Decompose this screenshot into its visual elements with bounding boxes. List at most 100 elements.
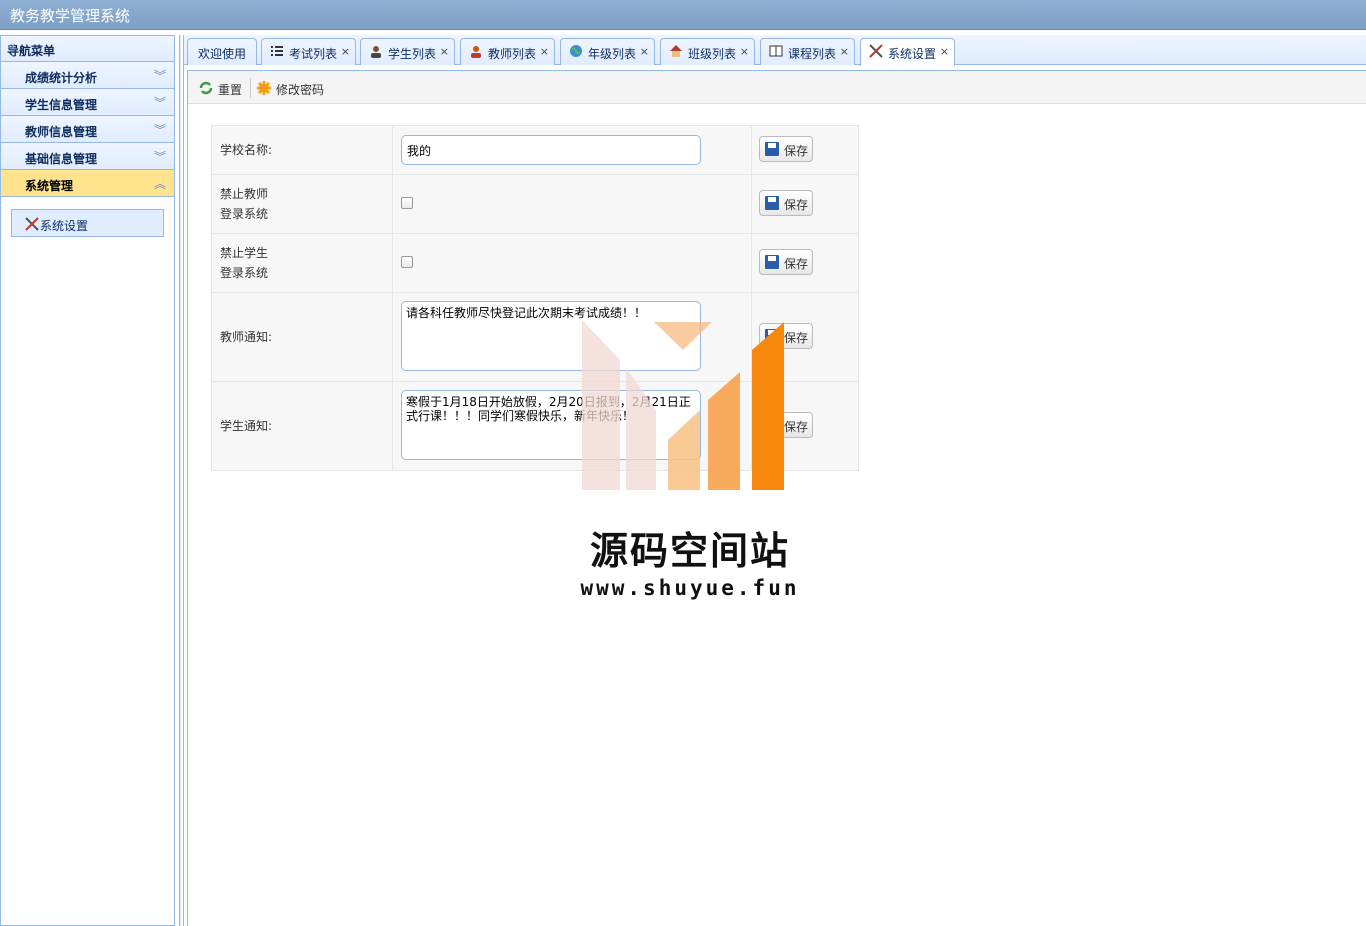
sidebar-item-label: 系统设置 (40, 219, 89, 233)
form-row-forbid-student: 禁止学生登录系统 保存 (211, 233, 859, 293)
save-label: 保存 (784, 143, 809, 158)
settings-panel: 重置 修改密码 学校名称: 保存 禁止教师登录系统 保存 禁止学生登录系统 (187, 70, 1366, 926)
school-name-label: 学校名称: (211, 125, 393, 175)
settings-form: 学校名称: 保存 禁止教师登录系统 保存 禁止学生登录系统 保存 教师通知: 请… (211, 125, 859, 471)
close-icon[interactable]: × (540, 45, 549, 58)
sidebar-group-label: 基础信息管理 (25, 152, 98, 166)
app-title: 教务教学管理系统 (10, 7, 131, 25)
tab-student-list[interactable]: 学生列表 × (360, 38, 455, 65)
student-notice-textarea[interactable]: 寒假于1月18日开始放假，2月20日报到，2月21日正式行课！！！同学们寒假快乐… (401, 389, 701, 460)
label-line: 禁止教师 (220, 187, 269, 201)
house-icon (670, 45, 682, 57)
teacher-notice-textarea[interactable]: 请各科任教师尽快登记此次期末考试成绩！！ (401, 300, 701, 371)
tab-teacher-list[interactable]: 教师列表 × (460, 38, 555, 65)
chevron-down-icon: ︾ (153, 96, 166, 110)
sidebar-item-system-settings[interactable]: 系统设置 (11, 209, 164, 237)
save-forbid-teacher-button[interactable]: 保存 (759, 189, 813, 216)
chevron-down-icon: ︾ (153, 150, 166, 164)
sidebar-header: 导航菜单 « (1, 36, 174, 62)
tab-label: 欢迎使用 (198, 47, 247, 61)
tab-exam-list[interactable]: 考试列表 × (261, 38, 356, 65)
form-row-teacher-notice: 教师通知: 请各科任教师尽快登记此次期末考试成绩！！ 保存 (211, 292, 859, 382)
sidebar-group-label: 系统管理 (25, 179, 74, 193)
form-row-school-name: 学校名称: 保存 (211, 125, 859, 175)
save-label: 保存 (784, 197, 809, 212)
label-line: 登录系统 (220, 266, 269, 280)
reset-button[interactable]: 重置 (198, 79, 248, 97)
sidebar-group-score-analysis[interactable]: 成绩统计分析 ︾ (1, 62, 174, 89)
chevron-down-icon: ︾ (153, 69, 166, 83)
book-icon (769, 45, 783, 57)
close-icon[interactable]: × (640, 45, 649, 58)
floppy-disk-icon (765, 417, 779, 432)
sidebar-group-label: 学生信息管理 (25, 98, 98, 112)
layout-splitter[interactable] (179, 35, 181, 926)
change-password-button[interactable]: 修改密码 (256, 79, 336, 97)
school-name-input[interactable] (401, 135, 701, 165)
close-icon[interactable]: × (740, 45, 749, 58)
reset-label: 重置 (218, 83, 243, 97)
tools-icon (25, 217, 39, 231)
floppy-disk-icon (765, 195, 779, 210)
floppy-disk-icon (765, 254, 779, 269)
tools-icon (869, 44, 883, 58)
sidebar-group-teacher-info[interactable]: 教师信息管理 ︾ (1, 116, 174, 143)
save-label: 保存 (784, 330, 809, 345)
forbid-teacher-checkbox[interactable] (401, 196, 413, 209)
tab-label: 考试列表 (289, 47, 338, 61)
floppy-disk-icon (765, 141, 779, 156)
tab-label: 教师列表 (488, 47, 537, 61)
tab-label: 班级列表 (688, 47, 737, 61)
globe-icon (570, 45, 582, 57)
tab-course-list[interactable]: 课程列表 × (760, 38, 855, 65)
change-password-label: 修改密码 (276, 83, 325, 97)
tab-label: 学生列表 (388, 47, 437, 61)
save-label: 保存 (784, 419, 809, 434)
save-teacher-notice-button[interactable]: 保存 (759, 322, 813, 349)
sidebar-group-system[interactable]: 系统管理 ︽ (1, 170, 174, 197)
toolbar: 重置 修改密码 (188, 71, 1366, 104)
tab-system-settings[interactable]: 系统设置 × (860, 38, 955, 66)
user-icon (371, 46, 381, 58)
sidebar-group-basic-info[interactable]: 基础信息管理 ︾ (1, 143, 174, 170)
save-student-notice-button[interactable]: 保存 (759, 411, 813, 438)
form-row-student-notice: 学生通知: 寒假于1月18日开始放假，2月20日报到，2月21日正式行课！！！同… (211, 381, 859, 471)
toolbar-separator (250, 78, 251, 98)
floppy-disk-icon (765, 328, 779, 343)
sidebar-group-label: 教师信息管理 (25, 125, 98, 139)
forbid-student-label: 禁止学生 登录系统 (211, 233, 393, 293)
forbid-teacher-label: 禁止教师 登录系统 (211, 174, 393, 234)
save-forbid-student-button[interactable]: 保存 (759, 248, 813, 275)
tab-grade-list[interactable]: 年级列表 × (560, 38, 655, 65)
tab-welcome[interactable]: 欢迎使用 (187, 38, 257, 65)
list-icon (271, 46, 283, 56)
close-icon[interactable]: × (440, 45, 449, 58)
student-notice-label: 学生通知: (211, 381, 393, 471)
form-row-forbid-teacher: 禁止教师登录系统 保存 (211, 174, 859, 234)
chevron-down-icon: ︾ (153, 123, 166, 137)
teacher-notice-label: 教师通知: (211, 292, 393, 382)
sidebar-group-label: 成绩统计分析 (25, 71, 98, 85)
star-icon (257, 81, 271, 95)
sidebar-group-student-info[interactable]: 学生信息管理 ︾ (1, 89, 174, 116)
tab-label: 课程列表 (788, 47, 837, 61)
save-school-name-button[interactable]: 保存 (759, 135, 813, 162)
close-icon[interactable]: × (940, 45, 949, 58)
forbid-student-checkbox[interactable] (401, 255, 413, 268)
tab-bar: 欢迎使用 考试列表 × 学生列表 × 教师列表 × 年级列表 × 班级列表 × (184, 35, 1366, 66)
user-icon (471, 46, 481, 58)
tab-class-list[interactable]: 班级列表 × (660, 38, 755, 65)
close-icon[interactable]: × (840, 45, 849, 58)
save-label: 保存 (784, 256, 809, 271)
app-title-bar: 教务教学管理系统 (0, 0, 1366, 30)
label-line: 登录系统 (220, 207, 269, 221)
close-icon[interactable]: × (341, 45, 350, 58)
tab-label: 系统设置 (888, 47, 937, 61)
refresh-icon (199, 81, 213, 95)
label-line: 禁止学生 (220, 246, 269, 260)
collapse-left-icon[interactable]: « (7, 39, 166, 55)
chevron-up-icon: ︽ (153, 177, 166, 191)
tab-label: 年级列表 (588, 47, 637, 61)
main-panel: 欢迎使用 考试列表 × 学生列表 × 教师列表 × 年级列表 × 班级列表 × (183, 35, 1366, 926)
sidebar: 导航菜单 « 成绩统计分析 ︾ 学生信息管理 ︾ 教师信息管理 ︾ 基础信息管理… (0, 35, 175, 926)
